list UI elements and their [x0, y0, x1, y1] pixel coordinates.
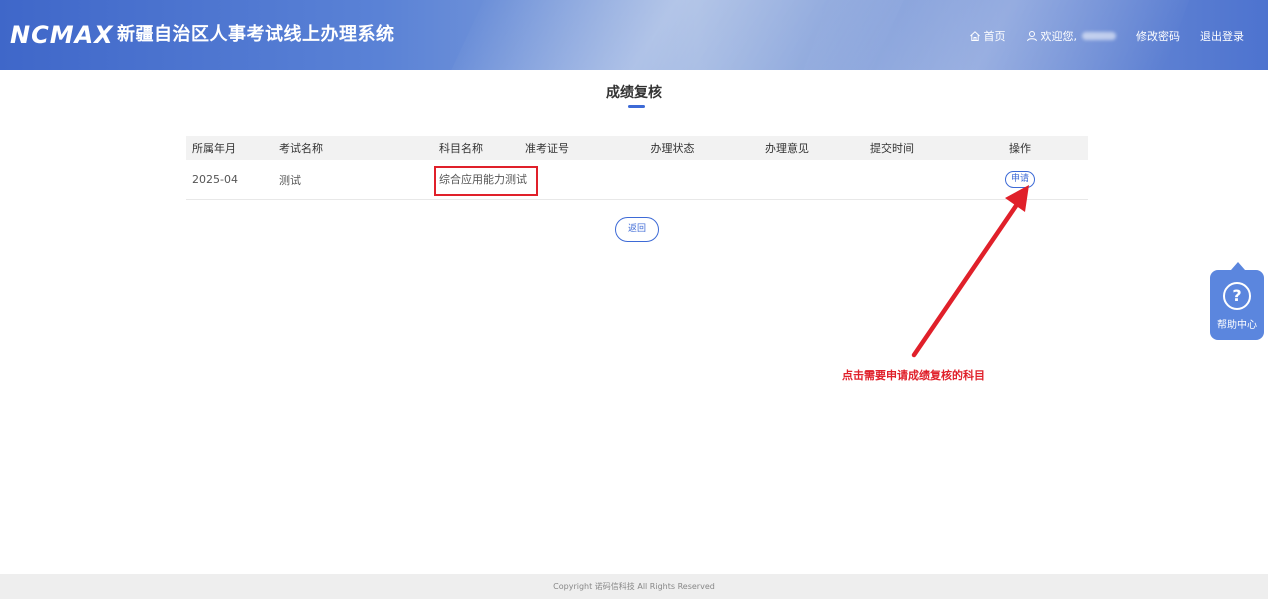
help-center-label: 帮助中心 — [1217, 320, 1257, 331]
annotation-text: 点击需要申请成绩复核的科目 — [842, 369, 985, 382]
annotation-arrow — [911, 185, 1029, 358]
help-center-button[interactable]: ? 帮助中心 — [1210, 262, 1264, 340]
question-icon: ? — [1223, 282, 1251, 310]
footer: Copyright 诺码信科技 All Rights Reserved — [0, 574, 1268, 599]
